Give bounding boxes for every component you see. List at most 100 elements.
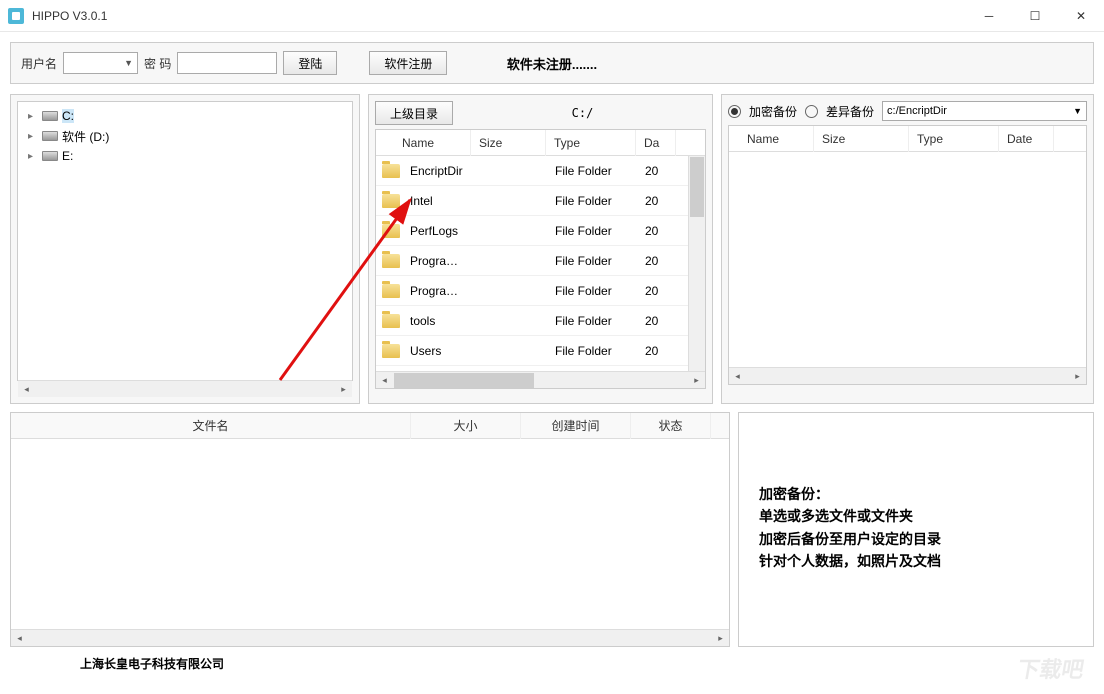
password-label: 密 码	[144, 55, 171, 72]
folder-icon	[382, 344, 400, 358]
current-path: C:/	[459, 106, 706, 120]
app-icon	[8, 8, 24, 24]
col-type[interactable]: Type	[909, 126, 999, 152]
file-list-panel: 上级目录 C:/ Name Size Type Da EncriptDir Fil…	[368, 94, 713, 404]
drive-icon	[42, 111, 58, 121]
table-row[interactable]: Users File Folder20	[376, 336, 705, 366]
table-row[interactable]: PerfLogs File Folder20	[376, 216, 705, 246]
cell-date: 20	[637, 164, 677, 178]
tree-label: 软件 (D:)	[62, 128, 109, 145]
cell-date: 20	[637, 284, 677, 298]
col-ctime[interactable]: 创建时间	[521, 413, 631, 439]
folder-icon	[382, 314, 400, 328]
backup-table-header: Name Size Type Date	[729, 126, 1086, 152]
col-date[interactable]: Da	[636, 130, 676, 156]
backup-path-value: c:/EncriptDir	[887, 105, 947, 117]
file-table: Name Size Type Da EncriptDirFile Folder2…	[375, 129, 706, 389]
backup-table: Name Size Type Date ◂▸	[728, 125, 1087, 385]
cell-name: Program ...	[402, 284, 472, 298]
cell-date: 20	[637, 254, 677, 268]
watermark: 下载吧	[1015, 652, 1087, 684]
tree-hscrollbar[interactable]: ◂▸	[18, 380, 352, 397]
register-button[interactable]: 软件注册	[369, 51, 447, 75]
drive-icon	[42, 131, 58, 141]
folder-icon	[382, 194, 400, 208]
cell-date: 20	[637, 344, 677, 358]
cell-type: File Folder	[547, 344, 637, 358]
backup-hscrollbar[interactable]: ◂▸	[729, 367, 1086, 384]
help-title: 加密备份：	[759, 483, 1073, 505]
cell-type: File Folder	[547, 314, 637, 328]
col-filename[interactable]: 文件名	[11, 413, 411, 439]
folder-icon	[382, 224, 400, 238]
tree-item-d[interactable]: ▸ 软件 (D:)	[18, 126, 352, 146]
file-vscrollbar[interactable]	[688, 156, 705, 371]
cell-type: File Folder	[547, 194, 637, 208]
chevron-right-icon[interactable]: ▸	[28, 131, 38, 142]
encrypt-backup-label: 加密备份	[749, 103, 797, 120]
cell-name: tools	[402, 314, 472, 328]
tree-item-e[interactable]: ▸ E:	[18, 146, 352, 166]
file-hscrollbar[interactable]: ◂▸	[376, 371, 705, 388]
col-name[interactable]: Name	[729, 126, 814, 152]
cell-type: File Folder	[547, 284, 637, 298]
cell-type: File Folder	[547, 164, 637, 178]
table-row[interactable]: Program ... File Folder20	[376, 246, 705, 276]
folder-icon	[382, 254, 400, 268]
col-size[interactable]: Size	[471, 130, 546, 156]
backup-path-combo[interactable]: c:/EncriptDir ▼	[882, 101, 1087, 121]
cell-name: PerfLogs	[402, 224, 472, 238]
diff-backup-radio[interactable]	[805, 105, 818, 118]
tree-label: C:	[62, 109, 74, 123]
login-toolbar: 用户名 ▼ 密 码 登陆 软件注册 软件未注册.......	[10, 42, 1094, 84]
window-controls: ─ ☐ ✕	[966, 0, 1104, 32]
cell-name: Intel	[402, 194, 472, 208]
col-filesize[interactable]: 大小	[411, 413, 521, 439]
cell-date: 20	[637, 314, 677, 328]
queue-hscrollbar[interactable]: ◂▸	[11, 629, 729, 646]
login-button[interactable]: 登陆	[283, 51, 337, 75]
username-label: 用户名	[21, 55, 57, 72]
cell-name: EncriptDir	[402, 164, 472, 178]
cell-name: Users	[402, 344, 472, 358]
up-dir-button[interactable]: 上级目录	[375, 101, 453, 125]
table-row[interactable]: Intel File Folder20	[376, 186, 705, 216]
window-title: HIPPO V3.0.1	[32, 9, 107, 23]
table-row[interactable]: Program ... File Folder20	[376, 276, 705, 306]
drive-tree[interactable]: ▸ C: ▸ 软件 (D:) ▸ E:	[17, 101, 353, 381]
help-panel: 加密备份： 单选或多选文件或文件夹 加密后备份至用户设定的目录 针对个人数据，如…	[738, 412, 1094, 647]
col-size[interactable]: Size	[814, 126, 909, 152]
tree-item-c[interactable]: ▸ C:	[18, 106, 352, 126]
col-name[interactable]: Name	[376, 130, 471, 156]
col-date[interactable]: Date	[999, 126, 1054, 152]
help-line3: 加密后备份至用户设定的目录	[759, 528, 1073, 550]
col-status[interactable]: 状态	[631, 413, 711, 439]
chevron-right-icon[interactable]: ▸	[28, 111, 38, 122]
drive-tree-panel: ▸ C: ▸ 软件 (D:) ▸ E: ◂▸	[10, 94, 360, 404]
backup-panel: 加密备份 差异备份 c:/EncriptDir ▼ Name Size Type…	[721, 94, 1094, 404]
encrypt-backup-radio[interactable]	[728, 105, 741, 118]
folder-icon	[382, 164, 400, 178]
footer-company: 上海长皇电子科技有限公司	[0, 647, 1104, 672]
diff-backup-label: 差异备份	[826, 103, 874, 120]
cell-date: 20	[637, 194, 677, 208]
username-combo[interactable]: ▼	[63, 52, 138, 74]
password-input[interactable]	[177, 52, 277, 74]
table-row[interactable]: EncriptDir File Folder20	[376, 156, 705, 186]
minimize-button[interactable]: ─	[966, 0, 1012, 32]
help-line4: 针对个人数据，如照片及文档	[759, 550, 1073, 572]
cell-name: Program ...	[402, 254, 472, 268]
title-bar: HIPPO V3.0.1 ─ ☐ ✕	[0, 0, 1104, 32]
cell-type: File Folder	[547, 224, 637, 238]
drive-icon	[42, 151, 58, 161]
help-line2: 单选或多选文件或文件夹	[759, 505, 1073, 527]
tree-label: E:	[62, 149, 73, 163]
maximize-button[interactable]: ☐	[1012, 0, 1058, 32]
cell-date: 20	[637, 224, 677, 238]
chevron-right-icon[interactable]: ▸	[28, 151, 38, 162]
folder-icon	[382, 284, 400, 298]
col-type[interactable]: Type	[546, 130, 636, 156]
close-button[interactable]: ✕	[1058, 0, 1104, 32]
cell-type: File Folder	[547, 254, 637, 268]
table-row[interactable]: tools File Folder20	[376, 306, 705, 336]
